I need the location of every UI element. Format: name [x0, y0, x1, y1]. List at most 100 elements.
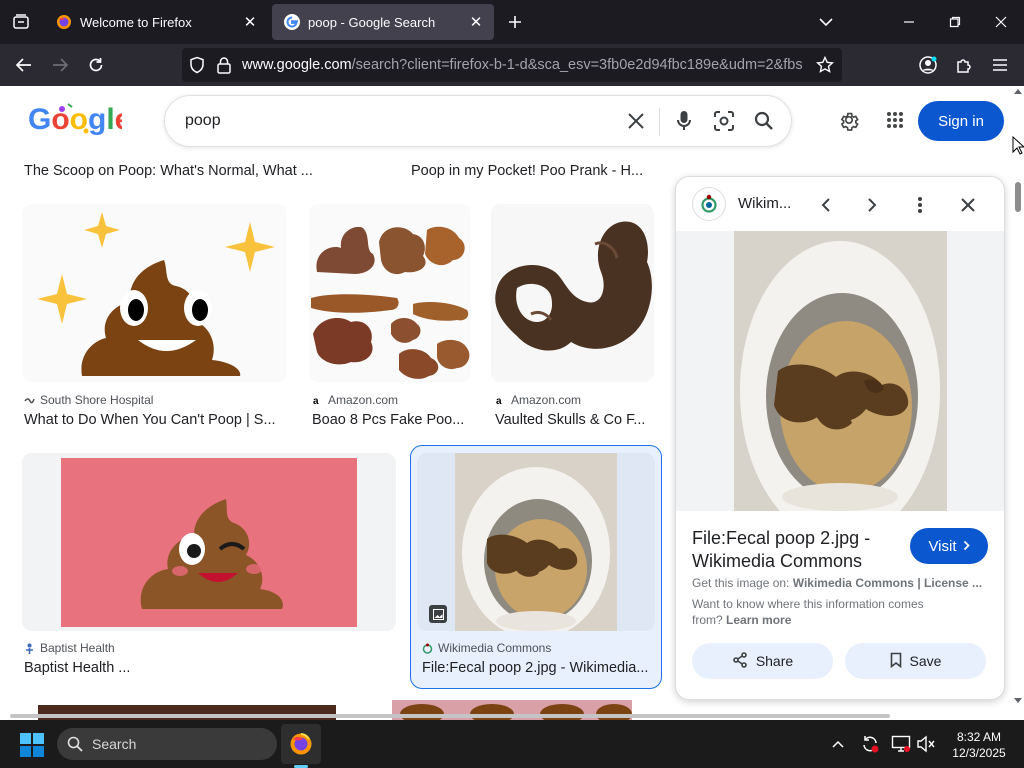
- chevron-right-icon: [963, 538, 970, 555]
- source-prefix: Get this image on:: [692, 576, 790, 590]
- result-title[interactable]: The Scoop on Poop: What's Normal, What .…: [24, 163, 313, 179]
- preview-site-name[interactable]: Wikim...: [738, 195, 791, 212]
- wikimedia-logo-icon[interactable]: [692, 187, 726, 221]
- scroll-down-icon[interactable]: [1014, 698, 1022, 704]
- lock-icon[interactable]: [216, 56, 232, 79]
- tab-list-icon[interactable]: [0, 0, 42, 44]
- horizontal-scrollbar[interactable]: [10, 714, 890, 718]
- windows-start-icon[interactable]: [20, 733, 44, 762]
- result-source: Wikimedia Commons: [422, 641, 551, 655]
- fecal-poop-toilet-preview-image[interactable]: [734, 231, 947, 541]
- google-header: Google poop Sig: [0, 86, 1012, 154]
- visit-button[interactable]: Visit: [910, 528, 988, 564]
- restore-icon[interactable]: [932, 0, 978, 44]
- tracking-shield-icon[interactable]: [188, 56, 206, 79]
- source-separator: |: [917, 576, 921, 590]
- reload-icon[interactable]: [80, 49, 112, 81]
- clear-search-icon[interactable]: [623, 108, 649, 134]
- account-icon[interactable]: [912, 49, 944, 81]
- close-window-icon[interactable]: [978, 0, 1024, 44]
- preview-title[interactable]: File:Fecal poop 2.jpg - Wikimedia Common…: [692, 527, 900, 573]
- amazon-logo-icon: a: [495, 395, 506, 406]
- result-title[interactable]: Baptist Health ...: [24, 660, 394, 676]
- result-source: South Shore Hospital: [24, 393, 153, 407]
- south-shore-logo-icon: [24, 395, 35, 406]
- save-label: Save: [909, 653, 942, 669]
- minimize-icon[interactable]: [886, 0, 932, 44]
- chevron-right-icon[interactable]: [858, 191, 886, 219]
- chevron-down-icon[interactable]: [812, 8, 840, 36]
- vertical-scrollbar[interactable]: [1012, 86, 1024, 720]
- google-doodle-logo[interactable]: Google: [28, 100, 131, 138]
- preview-source-line: Get this image on: Wikimedia Commons | L…: [692, 576, 992, 590]
- sign-in-button[interactable]: Sign in: [918, 101, 1004, 141]
- firefox-icon: [56, 14, 72, 30]
- tab-title: Welcome to Firefox: [80, 14, 192, 30]
- navigation-toolbar: www.google.com/search?client=firefox-b-1…: [0, 44, 1024, 86]
- display-network-icon[interactable]: [889, 732, 913, 756]
- visit-label: Visit: [928, 537, 957, 555]
- firefox-taskbar-icon[interactable]: [281, 724, 321, 764]
- lens-camera-icon[interactable]: [711, 108, 737, 134]
- google-g-icon: [284, 14, 300, 30]
- result-title[interactable]: Boao 8 Pcs Fake Poo...: [312, 412, 472, 428]
- search-input[interactable]: poop: [185, 112, 221, 130]
- tab-welcome[interactable]: Welcome to Firefox ✕: [44, 4, 268, 40]
- scrollbar-thumb[interactable]: [1015, 182, 1021, 212]
- extensions-puzzle-icon[interactable]: [948, 49, 980, 81]
- winking-poop-emoji-image[interactable]: [22, 453, 396, 631]
- windows-taskbar: Search 8:32 AM 12/3/2025: [0, 720, 1024, 768]
- bookmark-star-icon[interactable]: [815, 55, 835, 79]
- bookmark-icon: [890, 652, 902, 671]
- google-images-page: Google poop Sig: [0, 86, 1012, 720]
- result-title[interactable]: What to Do When You Can't Poop | S...: [24, 412, 284, 428]
- result-title[interactable]: Poop in my Pocket! Poo Prank - H...: [411, 163, 643, 179]
- chevron-left-icon[interactable]: [812, 191, 840, 219]
- tab-google-search[interactable]: poop - Google Search ✕: [272, 4, 494, 40]
- learn-more-link[interactable]: Learn more: [726, 613, 791, 627]
- result-title[interactable]: File:Fecal poop 2.jpg - Wikimedia...: [422, 660, 654, 676]
- new-tab-icon[interactable]: [502, 8, 528, 36]
- poop-emoji-sparkles-image[interactable]: [22, 204, 287, 382]
- close-tab-icon[interactable]: ✕: [464, 10, 488, 34]
- address-bar[interactable]: www.google.com/search?client=firefox-b-1…: [182, 48, 842, 82]
- svg-text:a: a: [496, 396, 502, 406]
- source-name: Wikimedia Commons: [438, 641, 552, 655]
- tab-title: poop - Google Search: [308, 14, 436, 30]
- volume-muted-icon[interactable]: [914, 732, 938, 756]
- close-tab-icon[interactable]: ✕: [238, 10, 262, 34]
- hamburger-menu-icon[interactable]: [984, 49, 1016, 81]
- search-icon[interactable]: [751, 108, 777, 134]
- fake-poo-pieces-image[interactable]: [309, 204, 471, 382]
- search-box[interactable]: poop: [164, 95, 792, 147]
- taskbar-search-box[interactable]: Search: [57, 728, 277, 760]
- chevron-up-icon[interactable]: [826, 732, 850, 756]
- microphone-icon[interactable]: [671, 108, 697, 134]
- scroll-up-icon[interactable]: [1014, 88, 1022, 94]
- settings-gear-icon[interactable]: [835, 106, 863, 134]
- wikimedia-logo-icon: [422, 643, 433, 654]
- sync-alert-icon[interactable]: [858, 732, 882, 756]
- share-label: Share: [755, 653, 794, 669]
- coiled-poop-image[interactable]: [491, 204, 654, 382]
- svg-text:Google: Google: [28, 103, 122, 136]
- share-button[interactable]: Share: [692, 643, 833, 679]
- source-site-link[interactable]: Wikimedia Commons: [793, 576, 914, 590]
- url-host: www.google.com: [242, 57, 352, 73]
- source-name: Amazon.com: [328, 393, 399, 407]
- forward-arrow-icon[interactable]: [44, 49, 76, 81]
- system-clock[interactable]: 8:32 AM 12/3/2025: [944, 729, 1014, 761]
- result-source: Baptist Health: [24, 641, 115, 655]
- close-icon[interactable]: [954, 191, 982, 219]
- result-title[interactable]: Vaulted Skulls & Co F...: [495, 412, 655, 428]
- back-arrow-icon[interactable]: [8, 49, 40, 81]
- url-text[interactable]: www.google.com/search?client=firefox-b-1…: [242, 57, 802, 73]
- save-button[interactable]: Save: [845, 643, 986, 679]
- taskbar-search-label: Search: [92, 736, 137, 752]
- apps-grid-icon[interactable]: [881, 106, 909, 134]
- source-name: Baptist Health: [40, 641, 115, 655]
- license-link[interactable]: License ...: [924, 576, 982, 590]
- fecal-poop-toilet-image[interactable]: [417, 453, 655, 631]
- preview-info-text: Want to know where this information come…: [692, 596, 942, 628]
- more-options-icon[interactable]: [906, 191, 934, 219]
